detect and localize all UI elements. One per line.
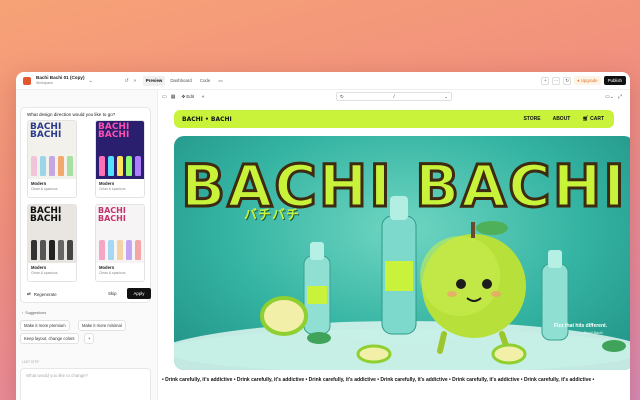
option-thumbnail: BACHI BACHI bbox=[28, 205, 76, 263]
panel-toggle-icon[interactable]: ▭ bbox=[215, 76, 225, 86]
design-option-1[interactable]: BACHI BACHI Modern Clean & spacious bbox=[27, 120, 77, 198]
hero-banner: BACHI BACHI バチバチ Fizz that hits differen… bbox=[174, 136, 630, 370]
nav-store[interactable]: STORE bbox=[523, 116, 540, 122]
thumb-title: BACHI BACHI bbox=[98, 122, 130, 140]
design-option-3[interactable]: BACHI BACHI Modern Clean & spacious bbox=[27, 204, 77, 282]
design-option-2[interactable]: BACHI BACHI Modern Clean & spacious bbox=[95, 120, 145, 198]
regenerate-label: Regenerate bbox=[33, 291, 57, 297]
tab-code[interactable]: Code bbox=[197, 76, 214, 86]
url-bar[interactable]: ↻ / ⌄ bbox=[336, 92, 452, 101]
regenerate-icon: ⇄ bbox=[27, 291, 31, 296]
prompt-input[interactable]: What would you like to change? bbox=[20, 368, 151, 400]
app-window: Bachi Bachi 01 (Copy) Workspace ⌄ ↺ » Pr… bbox=[16, 72, 630, 400]
option-name: Modern bbox=[99, 265, 115, 270]
url-path: / bbox=[393, 94, 395, 99]
marquee-ticker: • Drink carefully, it's addictive • Drin… bbox=[158, 374, 630, 386]
project-subtitle: Workspace bbox=[36, 80, 53, 85]
option-name: Modern bbox=[31, 265, 47, 270]
upgrade-button[interactable]: ♦ Upgrade bbox=[574, 76, 601, 85]
nav-cart[interactable]: 🛒︎ CART bbox=[582, 116, 604, 122]
apply-button[interactable]: Apply bbox=[127, 288, 151, 299]
suggestion-chip[interactable]: Make it more minimal bbox=[78, 320, 126, 331]
suggestion-chip[interactable]: Make it more premium bbox=[20, 320, 70, 331]
hero-japanese: バチバチ bbox=[244, 208, 301, 223]
publish-button[interactable]: Publish bbox=[603, 76, 626, 85]
option-desc: Clean & spacious bbox=[31, 187, 58, 191]
project-title: Bachi Bachi 01 (Copy) bbox=[36, 75, 85, 80]
cart-icon: 🛒︎ bbox=[582, 116, 589, 122]
tab-dashboard[interactable]: Dashboard bbox=[167, 76, 194, 86]
option-desc: Clean & spacious bbox=[31, 271, 58, 275]
upgrade-label: Upgrade bbox=[580, 78, 598, 83]
option-desc: Clean & spacious bbox=[99, 271, 126, 275]
option-name: Modern bbox=[99, 181, 115, 186]
design-direction-card: What design direction would you like to … bbox=[20, 107, 151, 303]
suggestions-label: Suggestions bbox=[25, 311, 47, 315]
add-icon[interactable]: + bbox=[541, 76, 550, 85]
tab-preview[interactable]: Preview bbox=[142, 75, 166, 86]
design-option-4[interactable]: BACHI BACHI Modern Clean & spacious bbox=[95, 204, 145, 282]
top-bar: Bachi Bachi 01 (Copy) Workspace ⌄ ↺ » Pr… bbox=[16, 72, 630, 90]
history-icon[interactable]: ↺ bbox=[123, 78, 131, 84]
nav-about[interactable]: ABOUT bbox=[553, 116, 571, 122]
desktop-view-icon[interactable]: ▭ bbox=[162, 94, 167, 100]
edit-button[interactable]: ✥ Edit bbox=[181, 94, 193, 100]
refresh-icon[interactable]: ↻ bbox=[563, 76, 572, 85]
site-preview: BACHI • BACHI STORE ABOUT 🛒︎ CART BACHI … bbox=[158, 104, 630, 400]
chevron-down-icon[interactable]: ⌄ bbox=[89, 78, 93, 84]
cart-label: CART bbox=[590, 116, 604, 122]
suggestion-chip[interactable]: Keep layout, change colors bbox=[20, 333, 79, 344]
project-switcher[interactable]: Bachi Bachi 01 (Copy) Workspace bbox=[36, 75, 85, 85]
option-thumbnail: BACHI BACHI bbox=[96, 205, 144, 263]
collapse-icon[interactable]: » bbox=[131, 78, 139, 84]
design-question: What design direction would you like to … bbox=[27, 112, 116, 117]
grid-view-icon[interactable]: ▦ bbox=[171, 94, 176, 100]
skip-button[interactable]: Skip bbox=[108, 291, 117, 296]
site-brand[interactable]: BACHI • BACHI bbox=[182, 116, 232, 123]
regenerate-button[interactable]: ⇄ Regenerate bbox=[27, 291, 57, 297]
last-step-label: LAST STEP bbox=[22, 360, 40, 364]
reload-icon[interactable]: ↻ bbox=[340, 94, 344, 100]
edit-label: Edit bbox=[186, 94, 194, 99]
expand-icon[interactable]: ⤢ bbox=[618, 94, 622, 100]
option-name: Modern bbox=[31, 181, 47, 186]
option-thumbnail: BACHI BACHI bbox=[96, 121, 144, 179]
chevron-down-icon[interactable]: ⌄ bbox=[444, 94, 448, 100]
option-thumbnail: BACHI BACHI bbox=[28, 121, 76, 179]
site-navbar: BACHI • BACHI STORE ABOUT 🛒︎ CART bbox=[174, 110, 614, 128]
option-desc: Clean & spacious bbox=[99, 187, 126, 191]
thumb-title: BACHI BACHI bbox=[98, 206, 126, 223]
more-icon[interactable]: ⋯ bbox=[552, 76, 561, 85]
theme-icon[interactable]: ◐ bbox=[202, 94, 205, 100]
prompt-placeholder: What would you like to change? bbox=[26, 373, 88, 378]
thumb-title: BACHI BACHI bbox=[30, 206, 62, 224]
preview-toolbar: ▭ ▦ ✥ Edit ◐ ↻ / ⌄ ▭⌄ ⤢ bbox=[158, 90, 630, 104]
app-logo bbox=[23, 76, 31, 85]
device-select-icon[interactable]: ▭⌄ bbox=[605, 94, 614, 100]
chat-panel: What design direction would you like to … bbox=[16, 90, 158, 400]
hero-tagline: Fizz that hits different. bbox=[554, 323, 608, 329]
hero-tagline-sub: — Bachi Bachi bbox=[579, 331, 603, 335]
add-suggestion-button[interactable]: + bbox=[84, 333, 95, 344]
chevron-right-icon: › bbox=[22, 311, 24, 315]
thumb-title: BACHI BACHI bbox=[30, 122, 62, 140]
suggestions-header[interactable]: › Suggestions bbox=[22, 311, 46, 315]
bottle-left bbox=[303, 242, 331, 335]
hero-illustration: BACHI BACHI bbox=[174, 151, 630, 370]
